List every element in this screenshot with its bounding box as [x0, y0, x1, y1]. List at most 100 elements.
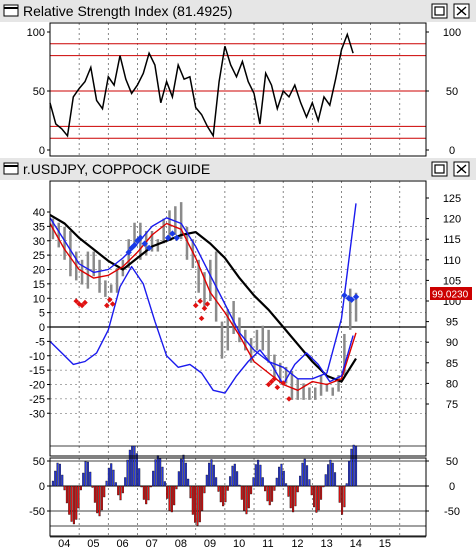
x-tick-label: 10	[233, 538, 245, 549]
histogram-bar	[103, 485, 106, 498]
pane-icon[interactable]	[3, 162, 19, 175]
histogram-bar	[224, 485, 227, 503]
x-tick-label: 06	[116, 538, 128, 549]
maximize-icon[interactable]	[431, 161, 448, 177]
close-icon[interactable]	[453, 3, 470, 19]
histogram-bar	[296, 485, 299, 493]
histogram-bar	[56, 462, 59, 487]
histogram-bar	[96, 485, 99, 514]
histogram-bar	[72, 485, 75, 525]
histogram-bar	[84, 461, 87, 487]
histogram-bar	[301, 462, 304, 487]
histogram-bar	[233, 463, 236, 487]
histogram-bar	[93, 485, 96, 503]
histogram-bar	[159, 458, 162, 487]
main-right-tick: 75	[446, 399, 458, 411]
x-tick-label: 04	[58, 538, 70, 549]
histogram-bar	[117, 485, 120, 496]
histogram-bar	[231, 465, 234, 487]
histogram-bar	[236, 471, 239, 487]
main-left-tick: -30	[29, 408, 45, 420]
pane-icon[interactable]	[3, 4, 19, 17]
main-right-tick: 80	[446, 378, 458, 390]
maximize-icon[interactable]	[431, 3, 448, 19]
histogram-bar	[201, 485, 204, 511]
histogram-bar	[191, 485, 194, 515]
histogram-bar	[264, 485, 267, 492]
main-left-tick: 35	[33, 221, 45, 233]
histogram-bar	[100, 485, 103, 511]
histogram-bar	[138, 468, 141, 487]
hist-left-tick: 0	[39, 481, 45, 493]
rsi-left-tick: 0	[39, 145, 45, 157]
histogram-bar	[173, 485, 176, 506]
rsi-right-tick: 100	[443, 27, 461, 39]
histogram-bar	[61, 474, 64, 487]
histogram-bar	[259, 464, 262, 487]
histogram-bar	[112, 469, 115, 487]
histogram-bar	[217, 485, 220, 492]
histogram-bar	[271, 485, 274, 502]
histogram-bar	[168, 485, 171, 511]
histogram-bar	[238, 484, 241, 487]
histogram-bar	[98, 485, 101, 517]
main-left-tick: 25	[33, 250, 45, 262]
histogram-bar	[315, 485, 318, 513]
histogram-bar	[205, 474, 208, 487]
histogram-bar	[79, 485, 82, 491]
main-left-tick: -25	[29, 394, 45, 406]
histogram-bar	[145, 485, 148, 505]
x-tick-label: 09	[204, 538, 216, 549]
main-left-tick: 5	[39, 308, 45, 320]
histogram-bar	[58, 463, 61, 487]
histogram-bar	[70, 485, 73, 522]
main-left-tick: -20	[29, 380, 45, 392]
histogram-bar	[110, 463, 113, 487]
x-tick-label: 07	[146, 538, 158, 549]
histogram-bar	[154, 459, 157, 487]
histogram-bar	[208, 462, 211, 487]
main-left-tick: 40	[33, 207, 45, 219]
x-tick-label: 15	[379, 538, 391, 549]
main-left-tick: 10	[33, 293, 45, 305]
histogram-bar	[329, 459, 332, 487]
x-tick-label: 11	[262, 538, 273, 549]
hist-left-tick: -50	[29, 506, 45, 518]
histogram-bar	[182, 454, 185, 487]
histogram-bar	[313, 485, 316, 508]
rsi-right-tick: 50	[446, 86, 458, 98]
histogram-bar	[215, 477, 218, 487]
x-tick-label: 05	[87, 538, 99, 549]
histogram-bar	[166, 485, 169, 499]
histogram-bar	[210, 459, 213, 487]
main-left-tick: 15	[33, 279, 45, 291]
histogram-bar	[320, 485, 323, 500]
histogram-bar	[306, 465, 309, 487]
histogram-bar	[327, 464, 330, 487]
rsi-left-tick: 50	[33, 86, 45, 98]
histogram-bar	[308, 479, 311, 487]
main-right-tick: 90	[446, 337, 458, 349]
histogram-bar	[149, 485, 152, 488]
histogram-bar	[250, 485, 253, 495]
histogram-bar	[355, 445, 358, 487]
x-tick-label: 13	[320, 538, 332, 549]
histogram-bar	[131, 445, 134, 487]
rsi-left-tick: 100	[27, 27, 45, 39]
histogram-bar	[189, 485, 192, 499]
histogram-bar	[82, 472, 85, 487]
histogram-bar	[175, 485, 178, 490]
histogram-bar	[268, 485, 271, 506]
main-right-tick: 125	[443, 193, 461, 205]
x-tick-label: 12	[291, 538, 303, 549]
close-icon[interactable]	[453, 161, 470, 177]
hist-right-tick: 50	[446, 456, 458, 468]
histogram-bar	[254, 464, 257, 487]
histogram-bar	[338, 485, 341, 503]
histogram-bar	[128, 449, 131, 487]
main-right-tick: 105	[443, 275, 461, 287]
histogram-bar	[184, 462, 187, 487]
histogram-bar	[121, 485, 124, 494]
histogram-bar	[203, 485, 206, 494]
hist-left-tick: 50	[33, 456, 45, 468]
